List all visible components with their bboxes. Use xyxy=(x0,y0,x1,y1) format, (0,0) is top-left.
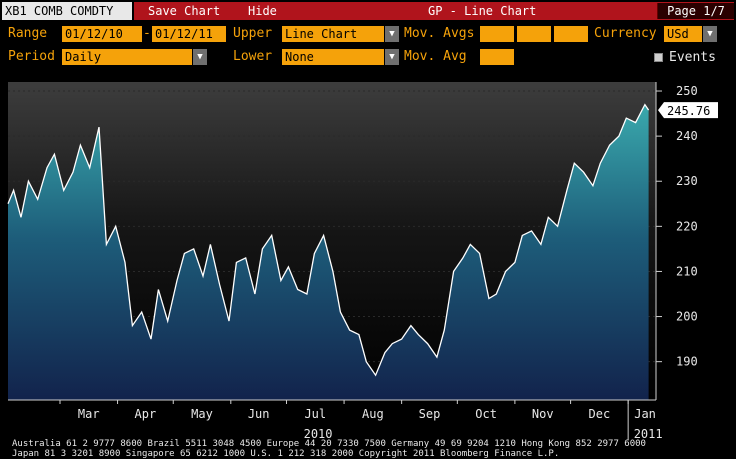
mov-avg-label: Mov. Avg xyxy=(404,49,467,64)
y-tick-label: 250 xyxy=(676,84,698,98)
mov-avg-field-3[interactable] xyxy=(554,26,588,42)
mov-avgs-label: Mov. Avgs xyxy=(404,26,475,41)
lower-label: Lower xyxy=(233,49,273,64)
period-select[interactable]: Daily xyxy=(62,49,192,65)
range-start-field[interactable]: 01/12/10 xyxy=(62,26,142,42)
footer-contacts-line2: Japan 81 3 3201 8900 Singapore 65 6212 1… xyxy=(12,449,560,459)
x-month-label: Jan xyxy=(634,407,656,421)
range-separator: - xyxy=(143,26,151,41)
x-month-label: May xyxy=(191,407,213,421)
events-checkbox[interactable] xyxy=(654,53,663,62)
hide-button[interactable]: Hide xyxy=(248,2,277,20)
price-chart[interactable]: 190 200 210 220 230 240 250 Mar Apr May Jun Jul Aug… xyxy=(0,68,736,444)
y-tick-label: 230 xyxy=(676,174,698,188)
y-tick-label: 200 xyxy=(676,310,698,324)
y-tick-label: 240 xyxy=(676,129,698,143)
period-dropdown-icon[interactable]: ▼ xyxy=(193,49,207,65)
x-month-label: Jul xyxy=(304,407,326,421)
currency-label: Currency xyxy=(594,26,657,41)
y-tick-label: 210 xyxy=(676,264,698,278)
mov-avg-field-1[interactable] xyxy=(480,26,514,42)
y-tick-label: 220 xyxy=(676,219,698,233)
x-month-label: Jun xyxy=(248,407,270,421)
upper-label: Upper xyxy=(233,26,273,41)
footer-contacts-line1: Australia 61 2 9777 8600 Brazil 5511 304… xyxy=(12,439,646,449)
x-month-label: Dec xyxy=(589,407,611,421)
security-ticker[interactable]: XB1 COMB COMDTY xyxy=(2,2,132,20)
currency-dropdown-icon[interactable]: ▼ xyxy=(703,26,717,42)
page-indicator[interactable]: Page 1/7 xyxy=(657,3,734,19)
lower-study-select[interactable]: None xyxy=(282,49,384,65)
currency-select[interactable]: USd xyxy=(664,26,702,42)
range-end-field[interactable]: 01/12/11 xyxy=(152,26,226,42)
upper-study-select[interactable]: Line Chart xyxy=(282,26,384,42)
y-tick-label: 190 xyxy=(676,355,698,369)
x-month-label: Apr xyxy=(135,407,157,421)
period-label: Period xyxy=(8,49,55,64)
upper-dropdown-icon[interactable]: ▼ xyxy=(385,26,399,42)
x-month-label: Oct xyxy=(475,407,497,421)
chart-title: GP - Line Chart xyxy=(428,4,537,18)
last-price-label: 245.76 xyxy=(667,104,710,118)
mov-avg-lower-field[interactable] xyxy=(480,49,514,65)
save-chart-button[interactable]: Save Chart xyxy=(148,2,220,20)
mov-avg-field-2[interactable] xyxy=(517,26,551,42)
x-month-label: Mar xyxy=(78,407,100,421)
lower-dropdown-icon[interactable]: ▼ xyxy=(385,49,399,65)
x-month-label: Nov xyxy=(532,407,554,421)
x-month-label: Sep xyxy=(419,407,441,421)
events-label: Events xyxy=(669,50,716,65)
x-month-label: Aug xyxy=(362,407,384,421)
range-label: Range xyxy=(8,26,48,41)
